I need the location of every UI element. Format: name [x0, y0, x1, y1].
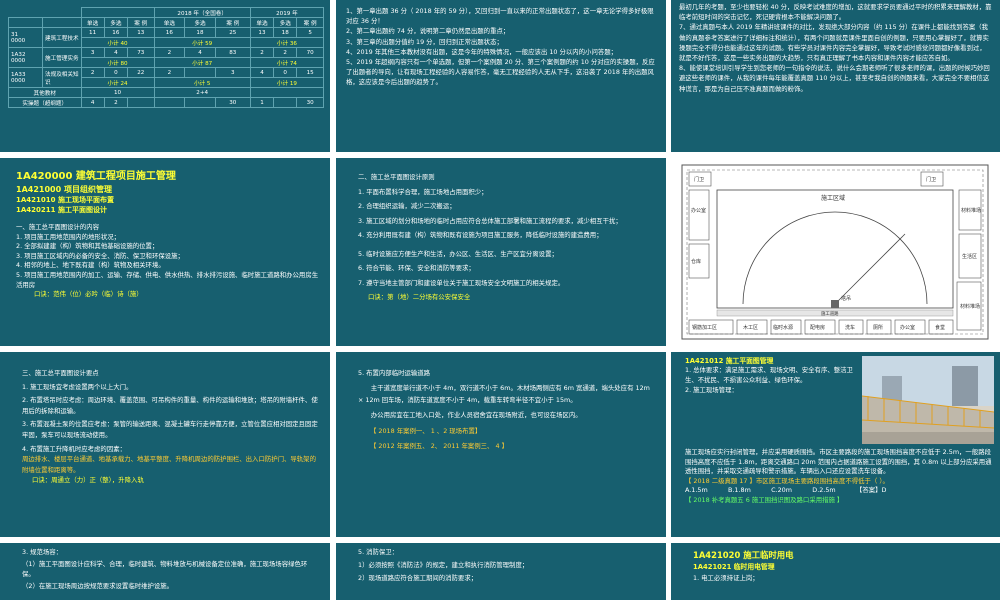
mnemonic: 口诀：第（地）二分场有公安保安全 [368, 293, 471, 301]
keypoint-item: 3. 布置混凝土泵的位置应考虑：泵管的输送距离、混凝土罐车行走停靠方便，立管位置… [22, 420, 318, 439]
table-row: 实操题（超纲题） 42 30 1 30 [8, 97, 324, 108]
keypoint-item: 4. 布置施工升降机时应考虑的因素： [22, 444, 126, 453]
slide-exam-analysis-cont: 最初几年的考题，至少也要轻松 40 分，反映考试难度的增加，这就要求学员要通过平… [671, 0, 1000, 152]
analysis-cont-1: 最初几年的考题，至少也要轻松 40 分，反映考试难度的增加，这就要求学员要通过平… [679, 3, 992, 22]
carpentry-label: 木工区 [743, 324, 758, 331]
year-2019-header: 2019 年 [249, 7, 325, 18]
content-heading: 一、施工总平面图设计的内容 [16, 223, 100, 231]
tower-crane [831, 300, 839, 308]
analysis-point-2: 2、第二章出题约 74 分，说明第二章仍然是出题的重点； [346, 27, 510, 36]
exam-reference: 【 2018 补考真题五 6 施工围挡识图及路口采用措施 】 [685, 495, 844, 504]
exam-question: 【 2018 二级真题 17 】市区施工现场主要路段围挡高度不得低于（ ）。 [685, 476, 889, 485]
principle-item: 6. 符合节能、环保、安全和消防等要求； [358, 264, 475, 272]
layout-item: （1）施工平面图设计应科学、合理，临时建筑、物料堆放与机械设备定位准确，施工现场… [22, 560, 308, 578]
toilet-label: 厕所 [873, 324, 883, 331]
roads-heading: 5. 布置内部临时运输道路 [358, 369, 431, 377]
exam-reference: 【 2012 年案例五、 2、 2011 年案例三、 4 】 [370, 442, 508, 451]
subsection-title: 1A421010 施工现场平面布置 [16, 196, 114, 204]
slide-design-principles: 二、施工总平面图设计原则 1. 平面布置科学合理，施工场地占用面积少； 2. 合… [336, 158, 666, 346]
gate-label: 门卫 [694, 176, 704, 183]
slide-exam-analysis: 1、第一章出题 36 分（ 2018 年的 59 分），又回归到一直以来的正常出… [336, 0, 666, 152]
principle-item: 2. 合理组织运输，减少二次搬运； [358, 202, 456, 210]
analysis-point-8: 8、能使课堂培训引导学生到您老师的一句指令的说法，说什么会期老师听了很多老师的课… [679, 64, 990, 93]
table-row: 31 0000 建筑工程技术 11 16 13 16 18 25 13 18 5 [8, 27, 324, 48]
slide-design-key-points: 三、施工总平面图设计要点 1. 施工现场宜考虑设置两个以上大门。 2. 布置塔吊… [0, 352, 330, 537]
section-title: 1A421020 施工临时用电 [693, 550, 794, 560]
slide-site-plan-management: 1A421012 施工平面图管理 1. 总体要求：满足施工需求、现场文明、安全有… [671, 352, 1000, 537]
water-label: 临时水源 [773, 324, 793, 331]
office-location-text: 办公用房宜在工地入口处，作业人员宿舍宜在现场附近，也可设在场区内。 [370, 411, 582, 420]
topic-title: 1A420211 施工平面图设计 [16, 206, 107, 214]
mnemonic: 口诀：范伟（位）必吟（临）诗（施） [34, 290, 143, 299]
mnemonic: 口诀：周通立（力）正（整），升降入轨 [32, 476, 144, 485]
slide-fire-security: 5. 消防保卫： 1）必须按照《消防法》的规定，建立和执行消防管理制度； 2）现… [336, 543, 666, 600]
crane-label: 塔吊 [841, 295, 851, 302]
exam-reference: 【 2018 年案例一、 1 、2 现场布置】 [370, 426, 482, 435]
construction-area-label: 施工区域 [821, 194, 845, 202]
analysis-point-7: 7、通过真题与本人 2019 年精讲班课件的对比，发现绝大部分内容（约 115 … [679, 23, 989, 63]
year-2018-header: 2018 年（全国卷） [153, 7, 251, 18]
keypoint-factors: 周边排水、楼层平台通道、地基承载力、地基平整度、升降机周边的防护围栏、出入口防护… [22, 455, 316, 474]
principle-item: 1. 平面布置科学合理，施工场地占用面积少； [358, 187, 488, 196]
content-item: 5. 项目施工用地范围内的加工、运输、存储、供电、供水供热、排水排污设施、临时施… [16, 270, 319, 289]
fire-item: 2）现场道路应符合施工期间的消防要求； [358, 574, 478, 582]
principles-heading: 二、施工总平面图设计原则 [358, 173, 435, 181]
layout-item: （2）在施工现场周边按规范要求设置临时维护设施。 [22, 582, 174, 590]
site-hoarding-photo [862, 356, 994, 444]
site-plan-diagram: 门卫 门卫 办公室 仓库 材料堆场 生活区 施工区域 塔吊 施工道路 钢筋加工区… [681, 164, 989, 340]
fire-heading: 5. 消防保卫： [358, 548, 399, 556]
slide-site-plan-content: 1A420000 建筑工程项目施工管理 1A421000 项目组织管理 1A42… [0, 158, 330, 346]
living-label: 生活区 [962, 253, 977, 260]
content-item: 3. 项目施工区域内的必备的安全、消防、保卫和环保设施； [16, 251, 184, 260]
keypoint-item: 2. 布置塔吊时应考虑：周边环境、覆盖范围、可吊构件的重量、构件的运输和堆放；塔… [22, 396, 318, 415]
principle-item: 3. 施工区域的划分和场地的临时占用应符合总体施工部署和施工流程的要求，减少相互… [358, 216, 622, 225]
analysis-point-3: 3、第三章的出题分值约 19 分，回归到正常出题状态； [346, 37, 503, 46]
keypoints-heading: 三、施工总平面图设计要点 [22, 369, 99, 377]
content-item: 2. 全部拟建建（构）筑物和其他基础设施的位置； [16, 242, 159, 251]
slide-site-plan-diagram: 门卫 门卫 办公室 仓库 材料堆场 生活区 施工区域 塔吊 施工道路 钢筋加工区… [671, 158, 1000, 346]
slide-score-table: 2018 年（全国卷） 2019 年 单选 多选案 例 单选 多选案 例 单选 多选案… [0, 0, 330, 152]
section-title: 1A421000 项目组织管理 [16, 185, 112, 194]
rebar-label: 钢筋加工区 [692, 324, 717, 331]
slide-site-layout: 3. 规范场容： （1）施工平面图设计应科学、合理，临时建筑、物料堆放与机械设备… [0, 543, 330, 600]
chapter-title: 1A420000 建筑工程项目施工管理 [16, 171, 176, 182]
power-item: 1. 电工必须持证上岗； [693, 574, 759, 582]
management-requirement: 1. 总体要求：满足施工需求、现场文明、安全有序、整洁卫生、不扰民、不损害公众利… [685, 366, 853, 384]
storage2-label: 材料堆场 [960, 303, 980, 310]
analysis-point-4: 4、2019 年其他三本教材没有出题，这是今年的特殊情况，一般应该出 10 分以… [346, 47, 618, 56]
wash-label: 洗车 [845, 324, 855, 331]
content-item: 4. 相邻的地上、地下既有建（构）筑物及相关环境。 [16, 261, 165, 270]
topic-title: 1A421021 临时用电管理 [693, 563, 775, 571]
roads-text: 主干道宽度单行道不小于 4m，双行道不小于 6m。木材场两侧应有 6m 宽通道，… [358, 384, 650, 404]
analysis-point-5: 5、2019 年超纲内容只有一个单选题，但第一个案例题 20 分、第三个案例题的… [346, 58, 655, 87]
storage-label: 材料堆场 [961, 207, 981, 214]
table-row: 其他教材 10 2+4 [8, 87, 325, 98]
hoarding-rules: 施工现场应实行封闭管理，并应采用硬质围挡。市区主要路段的施工现场围挡高度不应低于… [685, 448, 992, 476]
layout-heading: 3. 规范场容： [22, 548, 63, 556]
canteen-label: 食堂 [935, 324, 945, 331]
fire-item: 1）必须按照《消防法》的规定，建立和执行消防管理制度； [358, 561, 529, 569]
question-options: A.1.5m B.1.8m C.20m D.2.5m 【答案】D [685, 486, 887, 495]
office-label: 办公室 [691, 207, 706, 214]
table-row: 1A32 0000 施工管理实务 3 4 73 2 4 83 2 2 70 [8, 47, 324, 68]
power-label: 配电房 [810, 324, 825, 331]
score-table: 2018 年（全国卷） 2019 年 单选 多选案 例 单选 多选案 例 单选 多选案… [8, 7, 325, 108]
office2-label: 办公室 [900, 324, 915, 331]
management-heading: 2. 施工现场管理： [685, 385, 738, 394]
topic-title: 1A421012 施工平面图管理 [685, 357, 774, 365]
keypoint-item: 1. 施工现场宜考虑设置两个以上大门。 [22, 382, 133, 391]
slide-temporary-power: 1A421020 施工临时用电 1A421021 临时用电管理 1. 电工必须持… [671, 543, 1000, 600]
road-label: 施工道路 [821, 310, 839, 317]
table-header-row: 单选 多选案 例 单选 多选案 例 单选 多选案 例 [8, 17, 324, 28]
table-row: 1A33 0000 法规及相关知识 2 0 22 23 4 0 15 [8, 67, 324, 88]
warehouse-label: 仓库 [691, 258, 701, 265]
principle-item: 7. 遵守当地主管部门和建设单位关于施工现场安全文明施工的相关规定。 [358, 278, 565, 287]
analysis-point-1: 1、第一章出题 36 分（ 2018 年的 59 分），又回归到一直以来的正常出… [346, 7, 654, 26]
principle-item: 4. 充分利用既有建（构）筑物和既有设施为项目施工服务，降低临时设施的建造费用； [358, 231, 603, 239]
content-item: 1. 项目施工用地范围内的地形状况； [16, 232, 120, 241]
slide-internal-roads: 5. 布置内部临时运输道路 主干道宽度单行道不小于 4m，双行道不小于 6m。木… [336, 352, 666, 537]
principle-item: 5. 临时设施应方便生产和生活，办公区、生活区、生产区宜分离设置； [358, 249, 558, 258]
gate-label: 门卫 [926, 176, 936, 183]
